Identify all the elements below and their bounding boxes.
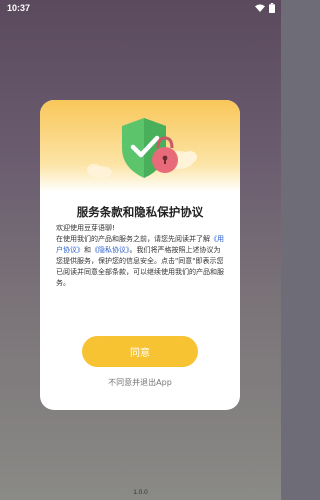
agreement-text: 在使用我们的产品和服务之前，请您先阅读并了解《用户协议》和《隐私协议》。我们将严… <box>56 234 226 289</box>
wifi-icon <box>255 4 265 12</box>
disagree-exit-link[interactable]: 不同意并退出App <box>40 377 240 388</box>
status-time: 10:37 <box>7 3 31 13</box>
cloud-left-icon <box>87 164 112 178</box>
status-icons <box>255 3 275 13</box>
privacy-dialog: 服务条款和隐私保护协议 欢迎使用豆芽语聊! 在使用我们的产品和服务之前，请您先阅… <box>40 100 240 410</box>
battery-icon <box>269 3 275 13</box>
dialog-body: 欢迎使用豆芽语聊! 在使用我们的产品和服务之前，请您先阅读并了解《用户协议》和《… <box>56 223 226 289</box>
privacy-illustration <box>87 118 197 178</box>
status-bar: 10:37 <box>0 0 281 18</box>
agreement-prefix: 在使用我们的产品和服务之前，请您先阅读并了解 <box>56 235 210 243</box>
dialog-title: 服务条款和隐私保护协议 <box>76 205 204 219</box>
agree-button[interactable]: 同意 <box>82 336 198 367</box>
and-text: 和 <box>84 246 91 254</box>
greeting-text: 欢迎使用豆芽语聊! <box>56 224 115 232</box>
app-version: 1.0.0 <box>133 489 148 496</box>
privacy-policy-link[interactable]: 《隐私协议》 <box>91 246 130 254</box>
